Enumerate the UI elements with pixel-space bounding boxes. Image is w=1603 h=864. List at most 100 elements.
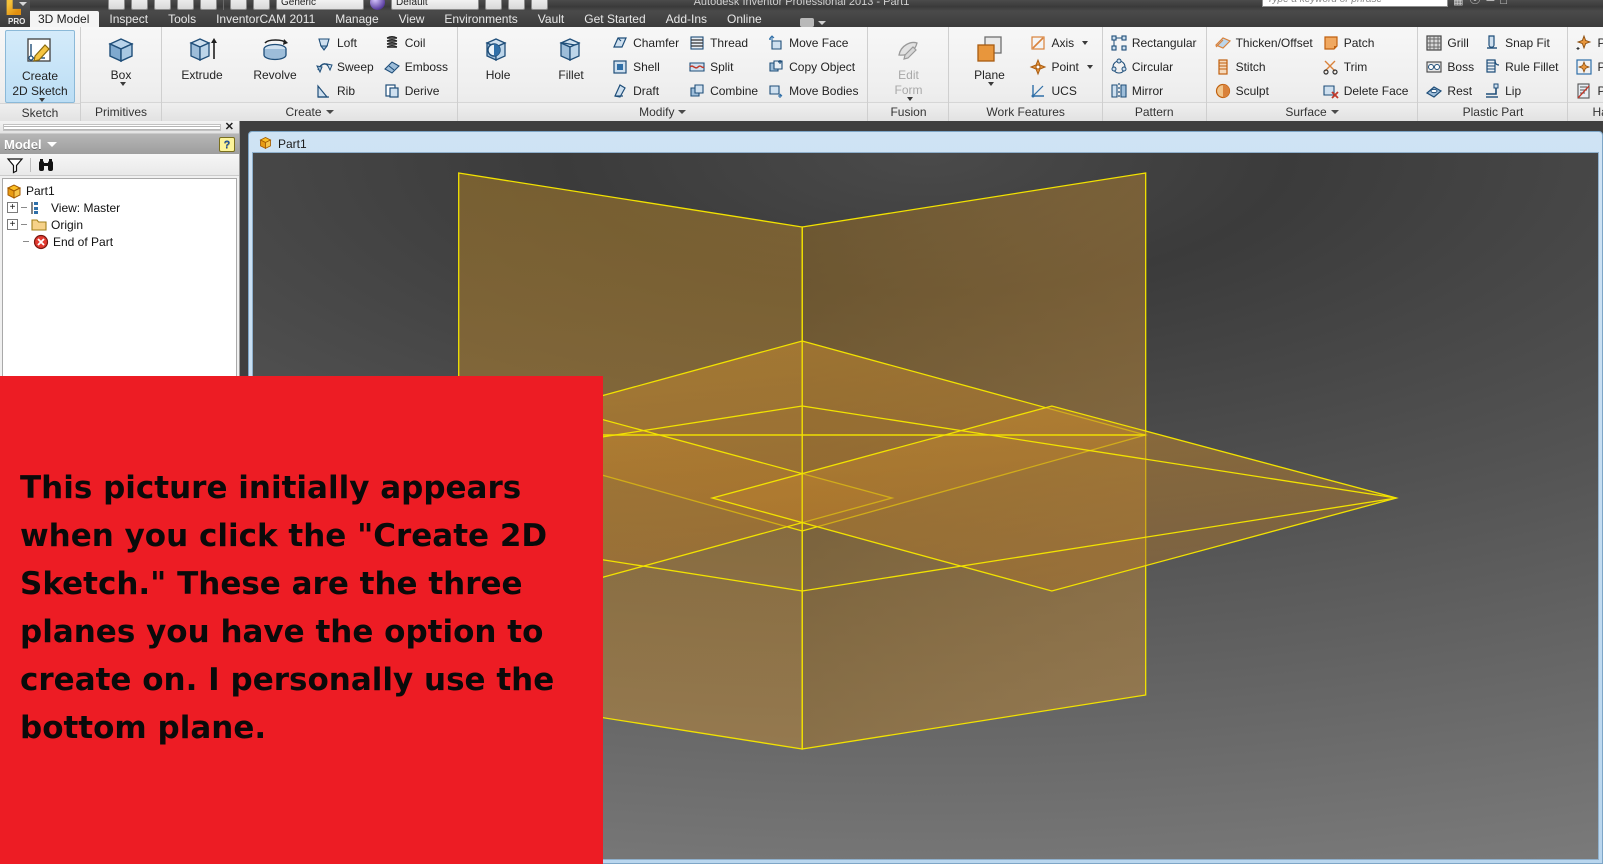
ribbon-button-sweep[interactable]: Sweep — [313, 55, 378, 78]
ribbon-button-trim[interactable]: Trim — [1320, 55, 1413, 78]
expand-toggle[interactable]: + — [7, 219, 18, 230]
ribbon-button-split[interactable]: Split — [686, 55, 762, 78]
application-menu-button[interactable]: PRO — [0, 0, 30, 27]
chevron-down-icon[interactable] — [38, 98, 45, 102]
search-input[interactable]: Type a keyword or phrase — [1262, 0, 1449, 7]
redo-icon[interactable] — [200, 0, 217, 10]
chevron-down-icon[interactable] — [678, 110, 687, 114]
ribbon-button-sculpt[interactable]: Sculpt — [1212, 79, 1317, 102]
document-tab[interactable]: Part1 — [252, 135, 1599, 152]
expand-toggle[interactable]: + — [7, 202, 18, 213]
ribbon-button-edit-form[interactable]: Edit Form — [873, 30, 943, 101]
tree-node-origin[interactable]: + Origin — [5, 216, 234, 233]
ribbon-button-point[interactable]: Point — [1027, 55, 1096, 78]
appearance-icon[interactable] — [485, 0, 502, 10]
ribbon-tab-3d-model[interactable]: 3D Model — [28, 11, 100, 27]
ribbon-tab-inspect[interactable]: Inspect — [99, 11, 158, 27]
ribbon-button-extrude[interactable]: Extrude — [167, 30, 237, 82]
ribbon-button-create-2d-sketch[interactable]: Create 2D Sketch — [5, 30, 75, 103]
tree-node-end-of-part[interactable]: End of Part — [5, 233, 234, 250]
chevron-down-icon[interactable] — [119, 82, 126, 86]
ribbon-button-ucs[interactable]: UCS — [1027, 79, 1096, 102]
ribbon-button-thicken-offset[interactable]: Thicken/Offset — [1212, 31, 1317, 54]
ribbon-minimize-control[interactable] — [799, 18, 826, 27]
ribbon-button-move-bodies[interactable]: Move Bodies — [765, 79, 862, 102]
ribbon-button-rule-fillet[interactable]: Rule Fillet — [1481, 55, 1562, 78]
clear-appearance-icon[interactable] — [508, 0, 525, 10]
ribbon-button-mirror[interactable]: Mirror — [1108, 79, 1201, 102]
ribbon-button-lip[interactable]: Lip — [1481, 79, 1562, 102]
signin-icon[interactable]: ▦ — [1453, 0, 1463, 7]
ribbon-tab-vault[interactable]: Vault — [528, 11, 574, 27]
chevron-down-icon[interactable] — [1086, 64, 1093, 69]
ribbon-display-icon[interactable] — [799, 18, 814, 27]
ribbon-button-fillet[interactable]: Fillet — [536, 30, 606, 82]
maximize-icon[interactable]: □ — [1500, 0, 1507, 7]
ribbon-button-boss[interactable]: Boss — [1423, 55, 1478, 78]
ribbon-button-rest[interactable]: Rest — [1423, 79, 1478, 102]
tree-node-view-master[interactable]: + View: Master — [5, 199, 234, 216]
minimize-icon[interactable]: ─ — [1487, 0, 1495, 7]
ribbon-tab-view[interactable]: View — [389, 11, 435, 27]
ribbon-button-stitch[interactable]: Stitch — [1212, 55, 1317, 78]
ribbon-button-circular[interactable]: Circular — [1108, 55, 1201, 78]
ribbon-button-shell[interactable]: Shell — [609, 55, 683, 78]
new-file-icon[interactable] — [108, 0, 125, 10]
ribbon-button-rib[interactable]: Rib — [313, 79, 378, 102]
ribbon-button-box[interactable]: Box — [86, 30, 156, 86]
tree-node-part1[interactable]: Part1 — [5, 182, 234, 199]
browser-grip[interactable]: ✕ — [0, 121, 239, 134]
ribbon-tab-add-ins[interactable]: Add-Ins — [656, 11, 717, 27]
ribbon-tab-online[interactable]: Online — [717, 11, 772, 27]
ribbon-button-loft[interactable]: Loft — [313, 31, 378, 54]
parameters-icon[interactable] — [531, 0, 548, 10]
drag-handle[interactable] — [3, 123, 221, 131]
style-selector[interactable]: Generic — [276, 0, 364, 10]
filter-icon[interactable] — [6, 156, 24, 174]
ribbon-tab-tools[interactable]: Tools — [158, 11, 206, 27]
ribbon-tab-get-started[interactable]: Get Started — [574, 11, 655, 27]
ribbon-button-patch[interactable]: Patch — [1320, 31, 1413, 54]
chevron-down-icon[interactable] — [19, 2, 27, 6]
ribbon-button-pin[interactable]: Pin — [1573, 31, 1603, 54]
ribbon-button-chamfer[interactable]: Chamfer — [609, 31, 683, 54]
chevron-down-icon[interactable] — [987, 82, 994, 86]
ribbon-button-properties[interactable]: Properties — [1573, 79, 1603, 102]
chevron-down-icon[interactable] — [1082, 40, 1089, 45]
browser-title-bar[interactable]: Model ? — [0, 134, 239, 154]
ribbon-button-pin-group[interactable]: Pin Group — [1573, 55, 1603, 78]
ribbon-tab-manage[interactable]: Manage — [325, 11, 388, 27]
ribbon-button-axis[interactable]: Axis — [1027, 31, 1096, 54]
help-icon[interactable]: ⦿ — [1470, 0, 1481, 7]
find-binoculars-icon[interactable] — [37, 156, 55, 174]
ribbon-button-derive[interactable]: Derive — [381, 79, 452, 102]
ribbon-button-snap-fit[interactable]: Snap Fit — [1481, 31, 1562, 54]
update-icon[interactable] — [253, 0, 270, 10]
ribbon-button-revolve[interactable]: Revolve — [240, 30, 310, 82]
ribbon-button-hole[interactable]: Hole — [463, 30, 533, 82]
save-icon[interactable] — [154, 0, 171, 10]
return-icon[interactable] — [230, 0, 247, 10]
ribbon-button-combine[interactable]: Combine — [686, 79, 762, 102]
ribbon-button-grill[interactable]: Grill — [1423, 31, 1478, 54]
ribbon-button-copy-object[interactable]: Copy Object — [765, 55, 862, 78]
chevron-down-icon[interactable] — [1330, 110, 1339, 114]
undo-icon[interactable] — [177, 0, 194, 10]
ribbon-button-emboss[interactable]: Emboss — [381, 55, 452, 78]
open-file-icon[interactable] — [131, 0, 148, 10]
ribbon-tab-inventorcam-2011[interactable]: InventorCAM 2011 — [206, 11, 325, 27]
ribbon-button-thread[interactable]: Thread — [686, 31, 762, 54]
chevron-down-icon[interactable] — [325, 110, 334, 114]
ribbon-button-plane[interactable]: Plane — [954, 30, 1024, 86]
ribbon-button-delete-face[interactable]: Delete Face — [1320, 79, 1413, 102]
view-representation-selector[interactable]: Default — [391, 0, 479, 10]
ribbon-button-move-face[interactable]: Move Face — [765, 31, 862, 54]
material-icon[interactable] — [370, 0, 385, 10]
ribbon-tab-environments[interactable]: Environments — [434, 11, 527, 27]
ribbon-button-draft[interactable]: Draft — [609, 79, 683, 102]
ribbon-button-coil[interactable]: Coil — [381, 31, 452, 54]
chevron-down-icon[interactable] — [46, 141, 57, 147]
ribbon-button-rectangular[interactable]: Rectangular — [1108, 31, 1201, 54]
chevron-down-icon[interactable] — [817, 20, 826, 25]
close-icon[interactable]: ✕ — [225, 122, 236, 133]
